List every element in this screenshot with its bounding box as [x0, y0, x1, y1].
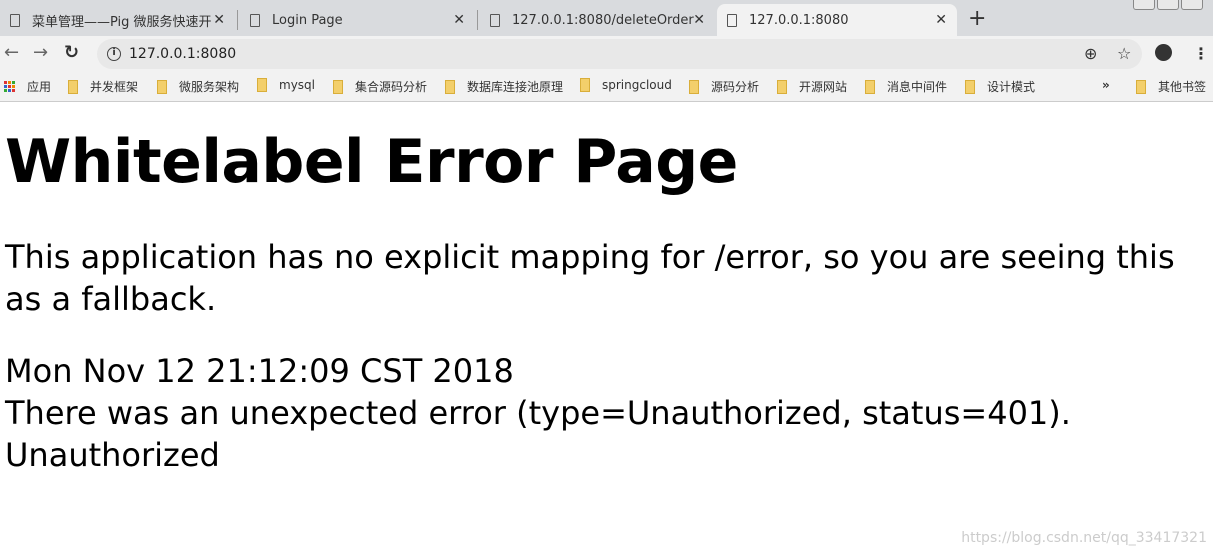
- folder-icon: [257, 78, 267, 92]
- bookmark-other[interactable]: 其他书签: [1136, 78, 1206, 95]
- folder-icon: [68, 79, 78, 94]
- close-tab-icon[interactable]: ✕: [693, 12, 705, 28]
- bookmark-folder[interactable]: 集合源码分析: [333, 78, 427, 95]
- close-tab-icon[interactable]: ✕: [935, 12, 947, 28]
- error-detail: Unauthorized: [5, 436, 220, 474]
- tab-active[interactable]: 127.0.0.1:8080 ✕: [717, 4, 957, 36]
- zoom-icon[interactable]: ⊕: [1084, 44, 1097, 63]
- toolbar: ← → ↻ i 127.0.0.1:8080 ⊕ ☆ ⋮: [0, 36, 1213, 70]
- tab-menu-management[interactable]: 菜单管理——Pig 微服务快速开发 ✕: [0, 4, 235, 36]
- bookmark-folder[interactable]: 数据库连接池原理: [445, 78, 563, 95]
- menu-icon[interactable]: ⋮: [1193, 44, 1209, 63]
- folder-icon: [1136, 79, 1146, 94]
- error-message: This application has no explicit mapping…: [5, 238, 1175, 318]
- bookmark-folder[interactable]: 微服务架构: [157, 78, 239, 95]
- forward-icon[interactable]: →: [33, 42, 48, 63]
- folder-icon: [333, 79, 343, 94]
- bookmark-apps[interactable]: 应用: [4, 78, 51, 95]
- close-window-button[interactable]: [1181, 0, 1203, 10]
- bookmark-folder[interactable]: 开源网站: [777, 78, 847, 95]
- page-icon: [490, 13, 500, 27]
- bookmark-folder[interactable]: 源码分析: [689, 78, 759, 95]
- watermark: https://blog.csdn.net/qq_33417321: [961, 530, 1207, 546]
- window-controls: [1133, 0, 1203, 10]
- error-description: There was an unexpected error (type=Unau…: [5, 394, 1071, 432]
- folder-icon: [445, 79, 455, 94]
- star-icon[interactable]: ☆: [1117, 44, 1131, 63]
- bookmark-folder[interactable]: 消息中间件: [865, 78, 947, 95]
- folder-icon: [580, 78, 590, 92]
- page-icon: [250, 13, 260, 27]
- page-content: Whitelabel Error Page This application h…: [0, 126, 1213, 476]
- page-icon: [10, 13, 20, 27]
- bookmark-folder[interactable]: springcloud: [580, 78, 672, 92]
- new-tab-button[interactable]: +: [968, 6, 986, 31]
- folder-icon: [965, 79, 975, 94]
- address-bar[interactable]: i 127.0.0.1:8080: [97, 39, 1142, 69]
- folder-icon: [689, 79, 699, 94]
- page-icon: [727, 13, 737, 27]
- close-tab-icon[interactable]: ✕: [213, 12, 225, 28]
- page-title: Whitelabel Error Page: [5, 127, 738, 197]
- bookmarks-bar: 应用 并发框架 微服务架构 mysql 集合源码分析 数据库连接池原理 spri…: [0, 70, 1213, 102]
- close-tab-icon[interactable]: ✕: [453, 12, 465, 28]
- folder-icon: [777, 79, 787, 94]
- apps-icon: [4, 81, 15, 92]
- profile-icon[interactable]: [1155, 44, 1172, 61]
- folder-icon: [865, 79, 875, 94]
- maximize-button[interactable]: [1157, 0, 1179, 10]
- tab-delete-order[interactable]: 127.0.0.1:8080/deleteOrder ✕: [480, 4, 715, 36]
- bookmarks-overflow-button[interactable]: »: [1102, 78, 1110, 92]
- folder-icon: [157, 79, 167, 94]
- reload-icon[interactable]: ↻: [64, 42, 79, 63]
- info-icon[interactable]: i: [107, 47, 121, 61]
- bookmark-folder[interactable]: 设计模式: [965, 78, 1035, 95]
- back-icon[interactable]: ←: [4, 42, 19, 63]
- tab-strip: 菜单管理——Pig 微服务快速开发 ✕ Login Page ✕ 127.0.0.1…: [0, 0, 1213, 36]
- bookmark-folder[interactable]: 并发框架: [68, 78, 138, 95]
- tab-login-page[interactable]: Login Page ✕: [240, 4, 475, 36]
- minimize-button[interactable]: [1133, 0, 1155, 10]
- bookmark-folder[interactable]: mysql: [257, 78, 315, 92]
- error-timestamp: Mon Nov 12 21:12:09 CST 2018: [5, 352, 514, 390]
